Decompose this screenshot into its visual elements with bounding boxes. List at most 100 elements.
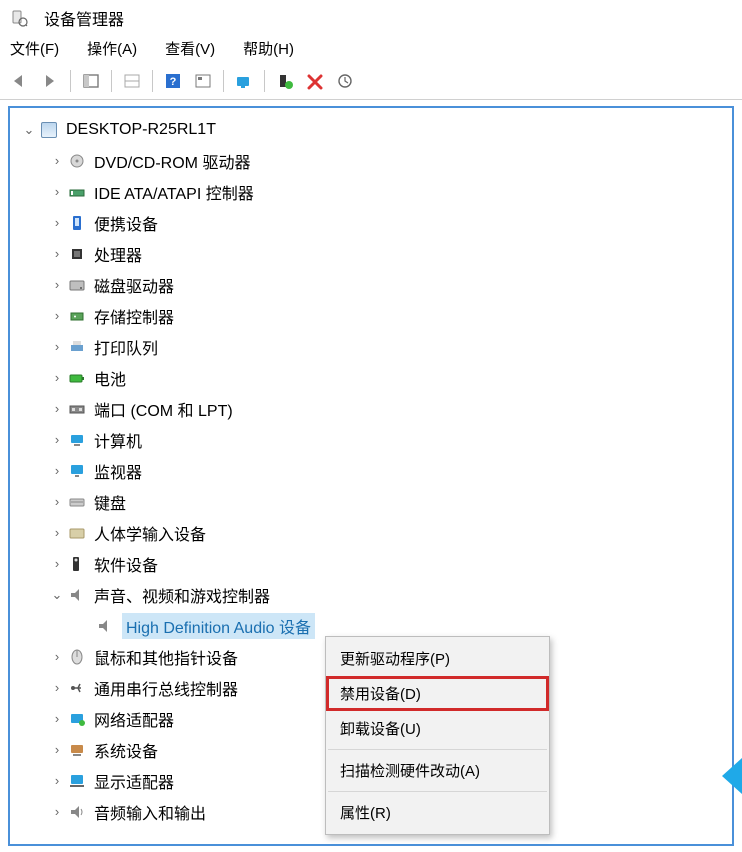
tree-category[interactable]: › DVD/CD-ROM 驱动器: [10, 145, 732, 176]
context-menu: 更新驱动程序(P) 禁用设备(D) 卸载设备(U) 扫描检测硬件改动(A) 属性…: [325, 636, 550, 835]
tree-category[interactable]: › 软件设备: [10, 548, 732, 579]
chevron-right-icon[interactable]: ›: [48, 680, 66, 695]
tree-device-label: High Definition Audio 设备: [122, 613, 315, 639]
toolbar-separator: [264, 70, 265, 92]
monitor-icon: [66, 461, 88, 481]
back-button[interactable]: [6, 69, 34, 93]
tree-category-label: 系统设备: [94, 738, 158, 762]
tree-category[interactable]: › 存储控制器: [10, 300, 732, 331]
chevron-right-icon[interactable]: ›: [48, 773, 66, 788]
chevron-right-icon[interactable]: ›: [48, 463, 66, 478]
tree-category[interactable]: ›人体学输入设备: [10, 517, 732, 548]
root-label: DESKTOP-R25RL1T: [66, 121, 216, 139]
chevron-right-icon[interactable]: ›: [48, 339, 66, 354]
network-icon: [66, 709, 88, 729]
tree-category-label: 处理器: [94, 242, 142, 266]
tree-category-label: 声音、视频和游戏控制器: [94, 583, 270, 607]
menu-scan-hardware[interactable]: 扫描检测硬件改动(A): [326, 753, 549, 788]
tree-category[interactable]: › 电池: [10, 362, 732, 393]
window-title: 设备管理器: [44, 6, 124, 30]
menu-disable-device[interactable]: 禁用设备(D): [326, 676, 549, 711]
chevron-right-icon[interactable]: ›: [48, 184, 66, 199]
chevron-right-icon[interactable]: ›: [48, 153, 66, 168]
tree-category[interactable]: › 监视器: [10, 455, 732, 486]
titlebar: 设备管理器: [0, 0, 742, 34]
tree-category-label: 音频输入和输出: [94, 800, 206, 824]
chevron-right-icon[interactable]: ›: [48, 649, 66, 664]
chevron-right-icon[interactable]: ›: [48, 215, 66, 230]
tree-category[interactable]: › 打印队列: [10, 331, 732, 362]
menu-view[interactable]: 查看(V): [165, 38, 215, 59]
tree-category[interactable]: ›IDE ATA/ATAPI 控制器: [10, 176, 732, 207]
menu-file[interactable]: 文件(F): [10, 38, 59, 59]
keyboard-icon: [66, 492, 88, 512]
chevron-right-icon[interactable]: ›: [48, 742, 66, 757]
chevron-right-icon[interactable]: ›: [48, 277, 66, 292]
tree-category[interactable]: ⌄ 声音、视频和游戏控制器: [10, 579, 732, 610]
tree-category[interactable]: › 处理器: [10, 238, 732, 269]
blue-arrow-icon: [718, 758, 742, 794]
chevron-right-icon[interactable]: ›: [48, 246, 66, 261]
tree-category-label: 键盘: [94, 490, 126, 514]
tree-category-label: 软件设备: [94, 552, 158, 576]
uninstall-button[interactable]: [301, 69, 329, 93]
toolbar: ?: [0, 67, 742, 100]
tree-category-label: 端口 (COM 和 LPT): [94, 397, 233, 421]
storage-icon: [66, 306, 88, 326]
system-icon: [66, 740, 88, 760]
chevron-right-icon[interactable]: ›: [48, 308, 66, 323]
properties-button[interactable]: [118, 69, 146, 93]
menu-uninstall-device[interactable]: 卸载设备(U): [326, 711, 549, 746]
chevron-right-icon[interactable]: ›: [48, 556, 66, 571]
display-icon: [66, 771, 88, 791]
tree-category-label: 磁盘驱动器: [94, 273, 174, 297]
cpu-icon: [66, 244, 88, 264]
chevron-right-icon[interactable]: ›: [48, 432, 66, 447]
sound-icon: [94, 616, 116, 636]
update-driver-button[interactable]: [331, 69, 359, 93]
view-button[interactable]: [189, 69, 217, 93]
chevron-right-icon[interactable]: ›: [48, 401, 66, 416]
chevron-down-icon[interactable]: ⌄: [20, 122, 38, 138]
menu-properties[interactable]: 属性(R): [326, 795, 549, 830]
menu-divider: [328, 749, 547, 750]
forward-button[interactable]: [36, 69, 64, 93]
show-hide-tree-button[interactable]: [77, 69, 105, 93]
tree-category-label: 打印队列: [94, 335, 158, 359]
menu-divider: [328, 791, 547, 792]
tree-root[interactable]: ⌄ DESKTOP-R25RL1T: [10, 114, 732, 145]
tree-category[interactable]: › 端口 (COM 和 LPT): [10, 393, 732, 424]
tree-category[interactable]: › 键盘: [10, 486, 732, 517]
mouse-icon: [66, 647, 88, 667]
tree-category[interactable]: ›便携设备: [10, 207, 732, 238]
port-icon: [66, 399, 88, 419]
chevron-right-icon[interactable]: ›: [48, 525, 66, 540]
tree-category[interactable]: ›计算机: [10, 424, 732, 455]
tree-category[interactable]: › 磁盘驱动器: [10, 269, 732, 300]
chevron-right-icon[interactable]: ›: [48, 494, 66, 509]
computer-icon: [38, 120, 60, 140]
chevron-right-icon[interactable]: ›: [48, 804, 66, 819]
chevron-down-icon[interactable]: ⌄: [48, 587, 66, 603]
chevron-right-icon[interactable]: ›: [48, 711, 66, 726]
tree-category-label: DVD/CD-ROM 驱动器: [94, 149, 250, 173]
menu-action[interactable]: 操作(A): [87, 38, 137, 59]
software-icon: [66, 554, 88, 574]
menu-help[interactable]: 帮助(H): [243, 38, 294, 59]
tree-category-label: 电池: [94, 366, 126, 390]
tree-category-label: 监视器: [94, 459, 142, 483]
tree-category-label: 存储控制器: [94, 304, 174, 328]
usb-icon: [66, 678, 88, 698]
tree-category-label: 鼠标和其他指针设备: [94, 645, 238, 669]
computer-icon: [66, 430, 88, 450]
menu-update-driver[interactable]: 更新驱动程序(P): [326, 641, 549, 676]
tree-category-label: 通用串行总线控制器: [94, 676, 238, 700]
toolbar-separator: [111, 70, 112, 92]
enable-button[interactable]: [271, 69, 299, 93]
scan-hardware-button[interactable]: [230, 69, 258, 93]
chevron-right-icon[interactable]: ›: [48, 370, 66, 385]
toolbar-separator: [70, 70, 71, 92]
hid-icon: [66, 523, 88, 543]
device-manager-icon: [8, 8, 30, 28]
help-button[interactable]: ?: [159, 69, 187, 93]
